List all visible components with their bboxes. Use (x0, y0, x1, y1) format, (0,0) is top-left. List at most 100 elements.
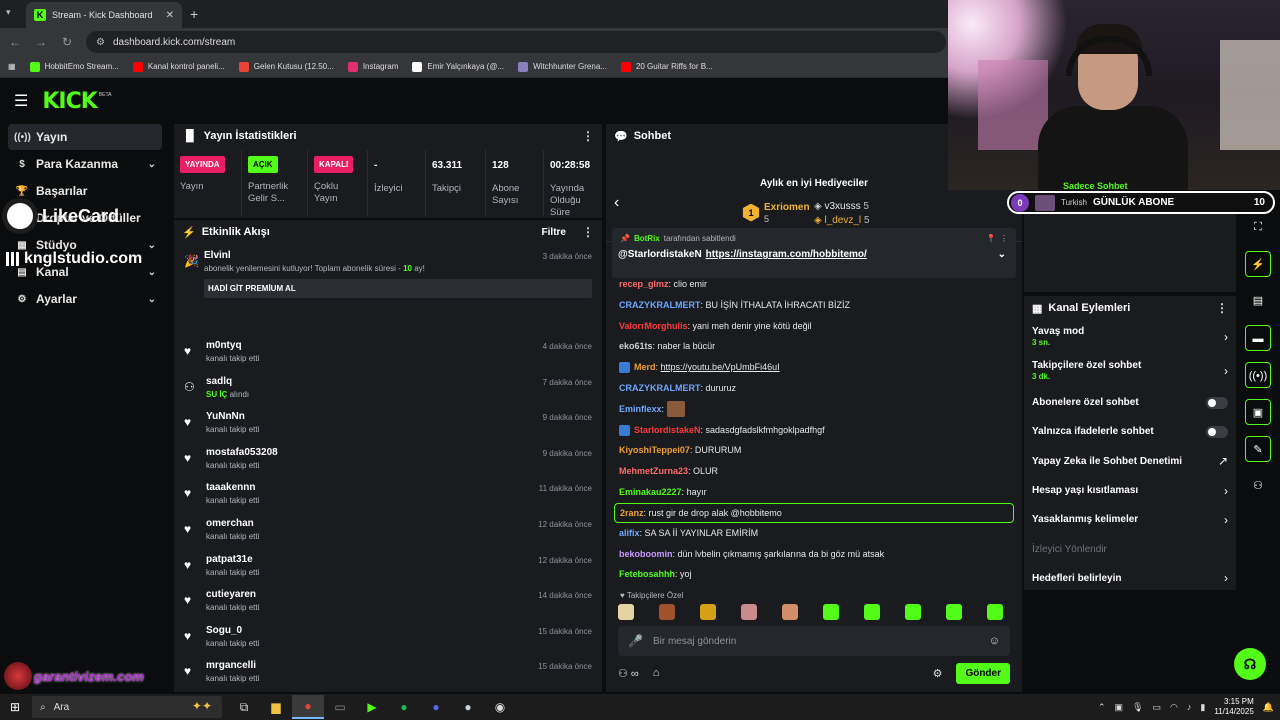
emoji-icon[interactable]: ☺ (989, 635, 1000, 647)
taskbar-task-view-icon[interactable]: ⧉ (228, 695, 260, 719)
apps-grid-icon[interactable]: ▦ (8, 62, 16, 71)
stat-badge[interactable]: KAPALI (314, 156, 354, 173)
tray-battery-icon[interactable]: ▮ (1200, 702, 1205, 713)
chevron-left-icon[interactable]: ‹ (614, 194, 619, 212)
url-field[interactable]: ⚙ dashboard.kick.com/stream (86, 31, 946, 53)
chat-username[interactable]: KiyoshiTeppei07 (619, 445, 690, 455)
chat-username[interactable]: Merd (634, 362, 656, 372)
pinned-by[interactable]: BotRix (634, 234, 660, 243)
activity-username[interactable]: taaakennn (206, 482, 592, 493)
toggle-switch[interactable] (1206, 396, 1228, 409)
chat-username[interactable]: eko61ts (619, 341, 653, 351)
chat-username[interactable]: 2ranz (620, 508, 644, 518)
taskbar-chrome-icon[interactable]: ● (292, 695, 324, 719)
action-row-5[interactable]: Hesap yaşı kısıtlaması › (1024, 476, 1236, 505)
taskbar-discord-icon[interactable]: ● (420, 695, 452, 719)
activity-username[interactable]: mrgancelli (206, 660, 592, 671)
chat-username[interactable]: StarlordistakeN (634, 425, 701, 435)
activity-username[interactable]: omerchan (206, 518, 592, 529)
bookmark-2[interactable]: Gelen Kutusu (12.50... (238, 61, 334, 72)
site-info-icon[interactable]: ⚙ (96, 37, 105, 48)
tray-wifi-icon[interactable]: ◠ (1170, 702, 1178, 713)
action-row-3[interactable]: Yalnızca ifadelerle sohbet (1024, 417, 1236, 446)
bookmark-1[interactable]: Kanal kontrol paneli... (132, 61, 225, 72)
windows-start-icon[interactable]: ⊞ (0, 700, 30, 714)
emote-2-icon[interactable] (700, 604, 716, 620)
emote-7-icon[interactable] (905, 604, 921, 620)
broadcast-icon[interactable]: ((•)) (1245, 362, 1271, 388)
tray-screen-icon[interactable]: ▭ (1153, 702, 1162, 713)
activity-username[interactable]: Elvinl (204, 250, 592, 261)
activity-username[interactable]: cutieyaren (206, 589, 592, 600)
action-row-1[interactable]: Takipçilere özel sohbet 3 dk. › (1024, 354, 1236, 388)
chat-username[interactable]: ValorrMorghulis (619, 321, 688, 331)
clock[interactable]: 3:15 PM 11/14/2025 (1214, 697, 1253, 717)
pinned-link[interactable]: https://instagram.com/hobbitemo/ (706, 249, 867, 260)
stat-badge[interactable]: AÇIK (248, 156, 278, 173)
chat-rail-icon[interactable]: ▬ (1245, 325, 1271, 351)
activity-more-icon[interactable]: ⋮ (582, 225, 594, 239)
back-icon[interactable]: ← (8, 35, 22, 49)
chat-username[interactable]: bekoboomin (619, 549, 673, 559)
emote-5-icon[interactable] (823, 604, 839, 620)
action-row-6[interactable]: Yasaklanmış kelimeler › (1024, 505, 1236, 534)
bookmark-4[interactable]: Emir Yalçınkaya (@... (412, 61, 504, 72)
chat-input[interactable]: 🎤 Bir mesaj gönderin ☺ (618, 626, 1010, 656)
emote-9-icon[interactable] (987, 604, 1003, 620)
bookmark-0[interactable]: HobbitEmo Stream... (29, 61, 119, 72)
tab-search-icon[interactable]: ▾ (6, 7, 18, 19)
actions-more-icon[interactable]: ⋮ (1216, 301, 1228, 315)
chat-username[interactable]: MehmetZurna23 (619, 466, 688, 476)
nav-item-1[interactable]: $ Para Kazanma ⌄ (8, 151, 162, 177)
emote-3-icon[interactable] (741, 604, 757, 620)
taskbar-xbox-icon[interactable]: ▭ (324, 695, 356, 719)
toggle-switch[interactable] (1206, 425, 1228, 438)
tools-icon[interactable]: ✎ (1245, 436, 1271, 462)
chat-username[interactable]: Fetebosahhh (619, 569, 675, 579)
tray-volume-icon[interactable]: ♪ (1187, 702, 1192, 712)
chat-settings-icon[interactable]: ⚙ (933, 667, 943, 680)
quick-actions-icon[interactable]: ⚡ (1245, 251, 1271, 277)
action-row-4[interactable]: Yapay Zeka ile Sohbet Denetimi ↗ (1024, 447, 1236, 476)
chat-username[interactable]: CRAZYKRALMERT (619, 383, 701, 393)
emote-0-icon[interactable] (618, 604, 634, 620)
mic-icon[interactable]: 🎤 (628, 634, 643, 648)
chat-username[interactable]: CRAZYKRALMERT (619, 300, 701, 310)
points-icon[interactable]: ⚇ ∞ (618, 667, 639, 680)
action-row-2[interactable]: Abonelere özel sohbet (1024, 388, 1236, 417)
emote-1-icon[interactable] (659, 604, 675, 620)
action-row-0[interactable]: Yavaş mod 3 sn. › (1024, 320, 1236, 354)
activity-username[interactable]: sadlq (206, 376, 592, 387)
activity-username[interactable]: Sogu_0 (206, 625, 592, 636)
community-icon[interactable]: ⚇ (1245, 473, 1271, 499)
bookmark-5[interactable]: Witchhunter Grena... (518, 61, 607, 72)
emote-8-icon[interactable] (946, 604, 962, 620)
activity-username[interactable]: YuNnNn (206, 411, 592, 422)
gifter-3[interactable]: ◈ l_devz_l 5 (814, 214, 870, 228)
new-tab-button[interactable]: + (190, 6, 198, 22)
taskbar-obs-icon[interactable]: ◉ (484, 695, 516, 719)
notes-icon[interactable]: ▤ (1245, 288, 1271, 314)
taskbar-kick-icon[interactable]: ▶ (356, 695, 388, 719)
menu-icon[interactable]: ☰ (14, 91, 28, 111)
nav-item-0[interactable]: ((•)) Yayın (8, 124, 162, 150)
nav-item-6[interactable]: ⚙ Ayarlar ⌄ (8, 286, 162, 312)
activity-username[interactable]: patpat31e (206, 554, 592, 565)
filter-button[interactable]: Filtre (542, 227, 566, 238)
chat-link[interactable]: https://youtu.be/VpUmbFi46uI (661, 362, 780, 372)
gifter-1[interactable]: 1 Exriomen 5 (742, 201, 810, 224)
pinned-more-icon[interactable]: ⋮ (1000, 234, 1008, 243)
bookmark-3[interactable]: Instagram (347, 61, 398, 72)
action-row-8[interactable]: Hedefleri belirleyin › (1024, 564, 1236, 593)
chat-username[interactable]: Eminakau2227 (619, 487, 682, 497)
layout-icon[interactable]: ▣ (1245, 399, 1271, 425)
gifter-2[interactable]: ◈ v3xusss 5 (814, 200, 870, 214)
close-tab-icon[interactable]: ✕ (166, 10, 174, 21)
emote-6-icon[interactable] (864, 604, 880, 620)
browser-tab-kick-dashboard[interactable]: K Stream - Kick Dashboard ✕ (26, 2, 182, 28)
notifications-icon[interactable]: 🔔 (1263, 702, 1274, 713)
tray-mic-icon[interactable]: 🎙 (1132, 702, 1143, 713)
taskbar-steam-icon[interactable]: ● (452, 695, 484, 719)
send-button[interactable]: Gönder (956, 662, 1010, 684)
collapse-pin-icon[interactable]: ⌄ (998, 249, 1006, 260)
